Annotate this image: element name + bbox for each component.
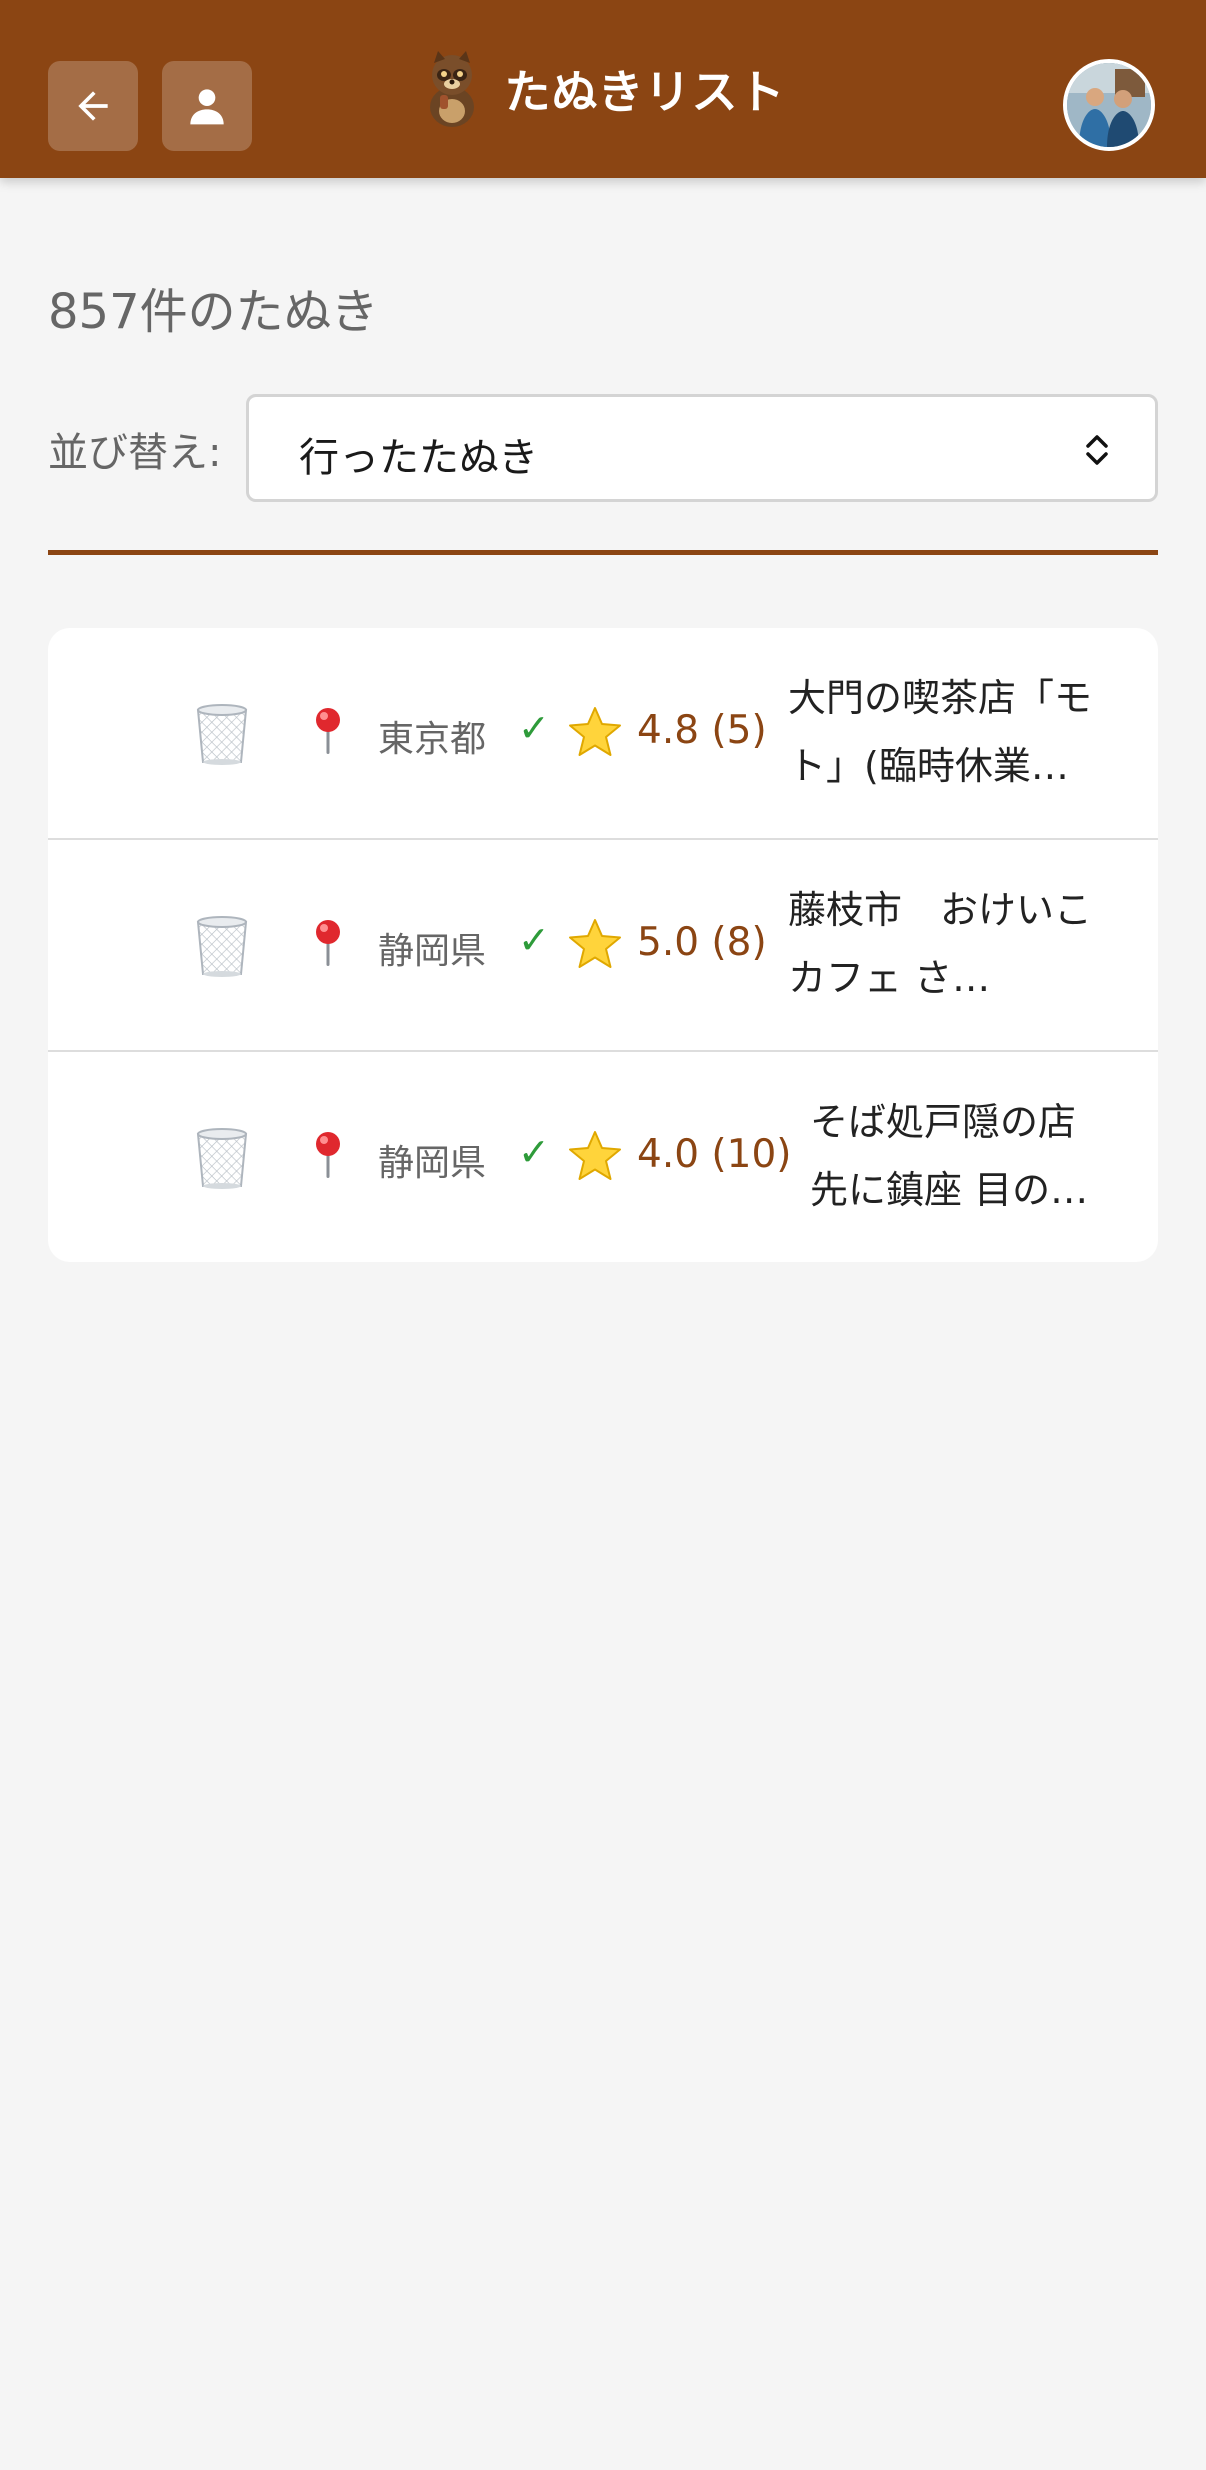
star-icon: [569, 919, 621, 968]
trash-icon[interactable]: [192, 1126, 252, 1190]
result-count: 857件のたぬき: [48, 284, 379, 340]
sort-label: 並び替え:: [48, 430, 222, 476]
person-icon: [190, 89, 224, 125]
sort-select[interactable]: 行ったたぬき: [246, 394, 1158, 502]
spot-name-line: カフェ さ…: [788, 956, 991, 1000]
spot-name-line: そば処戸隠の店: [810, 1100, 1077, 1144]
spot-name-line: 藤枝市 おけいこ: [788, 888, 1093, 932]
prefecture-label: 東京都: [378, 719, 487, 760]
star-icon: [569, 707, 621, 756]
pin-icon: [316, 1132, 340, 1178]
prefecture-label: 静岡県: [378, 1143, 487, 1184]
visited-check: ✓: [518, 918, 550, 962]
pin-icon: [316, 708, 340, 754]
avatar-photo: [1067, 63, 1151, 147]
section-divider: [48, 550, 1158, 555]
user-avatar[interactable]: [1063, 59, 1155, 151]
rating-text: 5.0 (8): [637, 920, 767, 965]
page-title: たぬきリスト: [504, 65, 786, 119]
sort-selected-value: 行ったたぬき: [299, 435, 539, 481]
list-item[interactable]: 東京都 ✓ 4.8 (5) 大門の喫茶店「モ ト」(臨時休業…: [48, 628, 1158, 840]
spot-name[interactable]: そば処戸隠の店 先に鎮座 目の…: [810, 1088, 1140, 1224]
rating-text: 4.0 (10): [637, 1132, 792, 1177]
arrow-left-icon: [78, 91, 108, 121]
visited-check: ✓: [518, 706, 550, 750]
prefecture-label: 静岡県: [378, 931, 487, 972]
tanuki-icon: [430, 51, 475, 127]
rating-text: 4.8 (5): [637, 708, 767, 753]
spot-name[interactable]: 藤枝市 おけいこ カフェ さ…: [788, 876, 1118, 1012]
star-icon: [569, 1131, 621, 1180]
list-item[interactable]: 静岡県 ✓ 5.0 (8) 藤枝市 おけいこ カフェ さ…: [48, 840, 1158, 1052]
list-item[interactable]: 静岡県 ✓ 4.0 (10) そば処戸隠の店 先に鎮座 目の…: [48, 1052, 1158, 1262]
spot-name-line: 大門の喫茶店「モ: [788, 676, 1093, 720]
spot-name-line: 先に鎮座 目の…: [810, 1168, 1089, 1212]
select-updown-icon: [1086, 435, 1108, 465]
visited-check: ✓: [518, 1130, 550, 1174]
trash-icon[interactable]: [192, 702, 252, 766]
back-button[interactable]: [48, 61, 138, 151]
trash-icon[interactable]: [192, 914, 252, 978]
app-header: たぬきリスト: [0, 0, 1206, 178]
profile-button[interactable]: [162, 61, 252, 151]
tanuki-list: 東京都 ✓ 4.8 (5) 大門の喫茶店「モ ト」(臨時休業… 静岡県 ✓ 5.…: [48, 628, 1158, 1262]
pin-icon: [316, 920, 340, 966]
spot-name-line: ト」(臨時休業…: [788, 744, 1069, 788]
spot-name[interactable]: 大門の喫茶店「モ ト」(臨時休業…: [788, 664, 1118, 800]
